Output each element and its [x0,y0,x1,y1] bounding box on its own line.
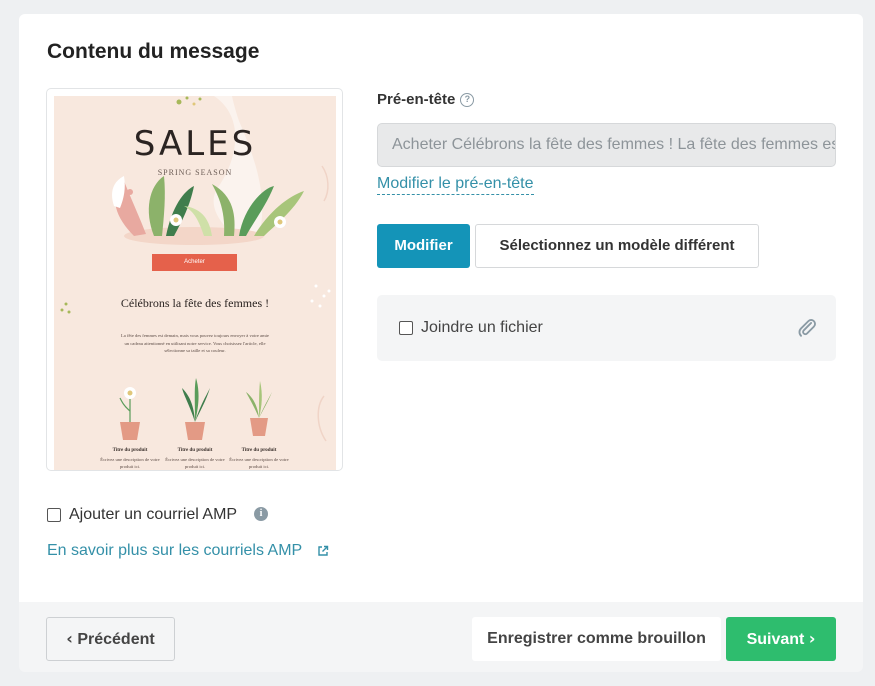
chevron-left-icon: ‹ [66,629,73,648]
chevron-right-icon: › [808,629,816,648]
product-title: Titre du produit [241,448,277,453]
save-draft-button[interactable]: Enregistrer comme brouillon [472,617,721,661]
product-title: Titre du produit [177,448,213,453]
preheader-input: Acheter Célébrons la fête des femmes ! L… [377,123,836,167]
preview-product-3: Titre du produit Écrivez une description… [229,448,289,470]
preview-body-text: La fête des femmes est demain, mais vous… [121,333,269,353]
attach-file-label[interactable]: Joindre un fichier [421,319,543,337]
info-icon[interactable]: i [254,507,268,521]
preview-product-2: Titre du produit Écrivez une description… [165,448,225,470]
email-preview[interactable]: SALES SPRING SEASON Acheter Célébrons la… [46,88,343,471]
message-content-card: Contenu du message SALES SPRING SEASON A… [19,14,863,602]
product-description: Écrivez une description de votre produit… [229,457,289,469]
modify-button[interactable]: Modifier [377,224,470,268]
preview-sales-subtitle: SPRING SEASON [157,168,233,177]
question-circle-icon[interactable]: ? [460,92,475,107]
product-title: Titre du produit [112,448,148,453]
attachment-panel: Joindre un fichier [377,295,836,361]
learn-more-amp-link[interactable]: En savoir plus sur les courriels AMP [47,542,302,560]
preview-sales-title: SALES [133,124,257,164]
preheader-label-row: Pré-en-tête ? [377,91,475,108]
previous-label: Précédent [77,631,155,648]
next-button[interactable]: Suivant › [726,617,836,661]
product-description: Écrivez une description de votre produit… [100,457,160,469]
wizard-footer: ‹ Précédent Enregistrer comme brouillon … [19,602,863,672]
preheader-label: Pré-en-tête [377,91,456,108]
attach-file-checkbox[interactable] [399,321,413,335]
email-preview-canvas: SALES SPRING SEASON Acheter Célébrons la… [54,96,336,470]
preview-headline: Célébrons la fête des femmes ! [120,296,270,310]
external-link-icon[interactable] [317,545,329,557]
product-description: Écrivez une description de votre produit… [165,457,225,469]
paperclip-icon[interactable] [796,317,818,339]
previous-button[interactable]: ‹ Précédent [46,617,175,661]
next-label: Suivant [746,631,805,648]
preview-cta-button: Acheter [152,254,237,271]
select-template-button[interactable]: Sélectionnez un modèle différent [475,224,759,268]
add-amp-label[interactable]: Ajouter un courriel AMP [69,506,237,524]
add-amp-checkbox[interactable] [47,508,61,522]
section-title: Contenu du message [47,40,260,63]
preview-product-1: Titre du produit Écrivez une description… [100,448,160,470]
edit-preheader-link[interactable]: Modifier le pré-en-tête [377,175,534,195]
